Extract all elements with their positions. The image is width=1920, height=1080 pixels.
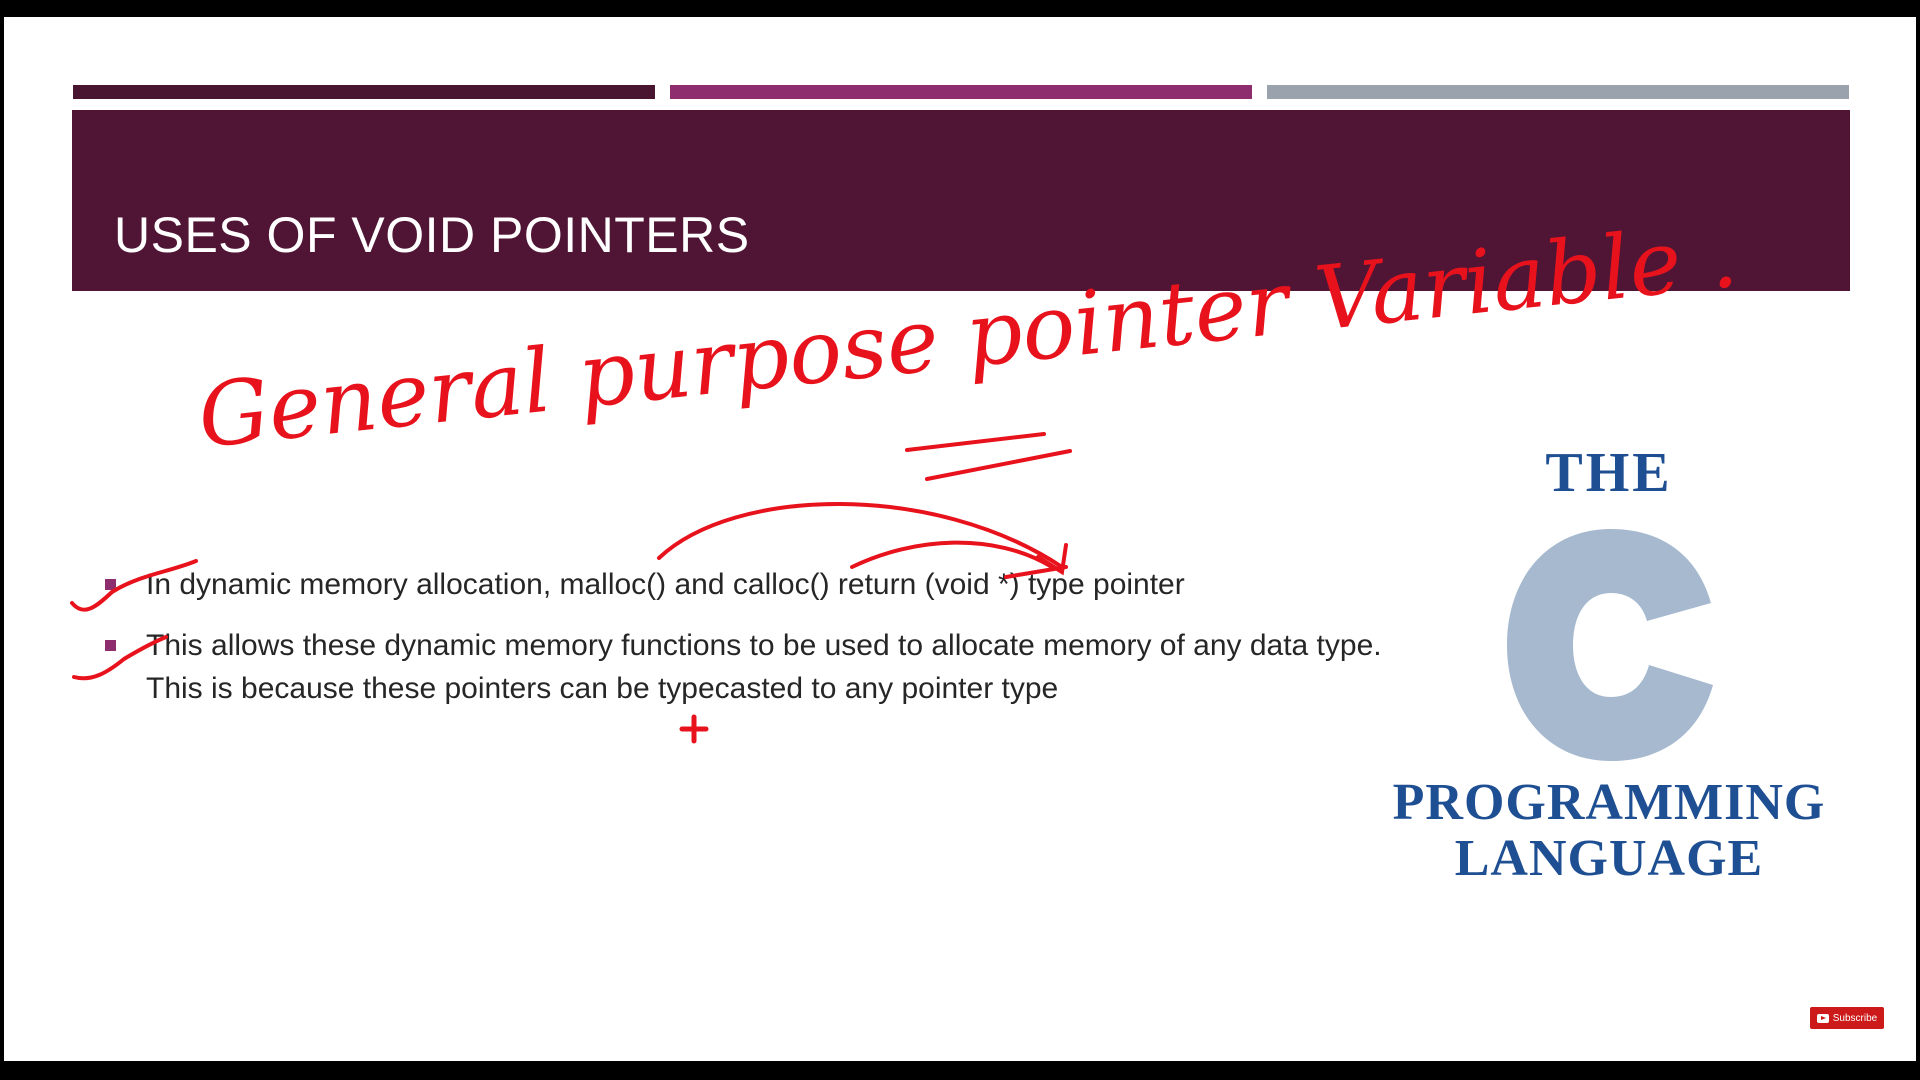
logo-programming-language-text: PROGRAMMING LANGUAGE: [1369, 774, 1849, 888]
youtube-icon: [1816, 1013, 1829, 1023]
title-band: USES OF VOID POINTERS: [72, 110, 1850, 291]
logo-line-language: LANGUAGE: [1454, 830, 1764, 888]
logo-line-programming: PROGRAMMING: [1392, 774, 1826, 831]
underline-stroke: [905, 432, 1046, 452]
logo-c-letter: [1507, 529, 1713, 761]
accent-bar-gray: [1267, 85, 1849, 99]
subscribe-button[interactable]: Subscribe: [1810, 1007, 1884, 1029]
underline-stroke: [925, 449, 1072, 481]
bullet-text: This allows these dynamic memory functio…: [146, 629, 1382, 705]
bullet-list: In dynamic memory allocation, malloc() a…: [96, 563, 1386, 728]
accent-bar-magenta: [670, 85, 1252, 99]
bullet-text: In dynamic memory allocation, malloc() a…: [146, 568, 1185, 601]
slide-title: USES OF VOID POINTERS: [114, 207, 750, 263]
subscribe-label: Subscribe: [1832, 1012, 1878, 1024]
bullet-square-icon: [105, 640, 116, 651]
arc-arrow: [657, 502, 1064, 569]
accent-bar-dark: [73, 85, 655, 99]
c-language-logo: THE PROGRAMMING LANGUAGE: [1369, 437, 1849, 897]
bullet-item: This allows these dynamic memory functio…: [96, 624, 1386, 710]
logo-the-text: THE: [1545, 442, 1673, 504]
video-frame: USES OF VOID POINTERS In dynamic memory …: [0, 0, 1920, 1080]
bullet-square-icon: [105, 579, 116, 590]
bullet-item: In dynamic memory allocation, malloc() a…: [96, 563, 1386, 606]
presentation-slide: USES OF VOID POINTERS In dynamic memory …: [4, 17, 1916, 1061]
